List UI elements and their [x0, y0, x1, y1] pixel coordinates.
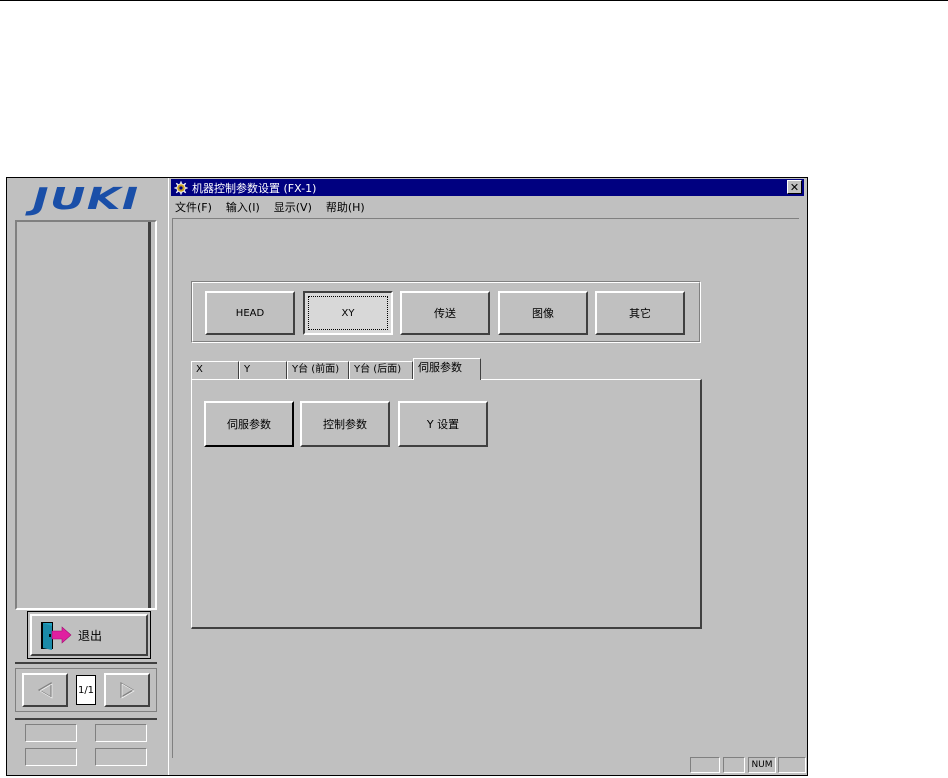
- category-button-head[interactable]: HEAD: [205, 291, 295, 335]
- status-message-pane: [172, 757, 688, 773]
- tab-label: X: [196, 364, 203, 375]
- category-button-other[interactable]: 其它: [595, 291, 685, 335]
- status-cell: [95, 748, 147, 766]
- tab-label: 伺服参数: [418, 361, 462, 374]
- tab-y-table-rear[interactable]: Y台 (后面): [349, 361, 413, 379]
- logo-text: JUKI: [32, 181, 140, 217]
- category-button-label: 传送: [434, 307, 456, 320]
- status-cell: [25, 748, 77, 766]
- main-window: 机器控制参数设置 (FX-1) ✕ 文件(F) 输入(I) 显示(V) 帮助(H…: [168, 178, 807, 775]
- tab-label: Y台 (后面): [354, 364, 402, 375]
- servo-params-button[interactable]: 伺服参数: [204, 401, 294, 447]
- menu-help[interactable]: 帮助(H): [324, 199, 367, 215]
- close-icon: ✕: [789, 180, 800, 194]
- status-cell: [95, 724, 147, 742]
- exit-button[interactable]: 退出: [30, 614, 148, 656]
- num-lock-indicator: NUM: [748, 757, 776, 773]
- category-button-image[interactable]: 图像: [498, 291, 588, 335]
- num-indicator-text: NUM: [751, 760, 773, 770]
- category-button-xy[interactable]: XY: [303, 291, 393, 335]
- menu-view[interactable]: 显示(V): [272, 199, 314, 215]
- category-button-label: XY: [341, 307, 355, 319]
- tab-label: Y: [244, 364, 251, 375]
- exit-button-frame: 退出: [27, 611, 151, 659]
- page-indicator-text: 1/1: [77, 684, 95, 696]
- left-blank-area: [15, 220, 157, 610]
- title-bar[interactable]: 机器控制参数设置 (FX-1) ✕: [171, 179, 804, 196]
- tab-y[interactable]: Y: [239, 361, 287, 379]
- category-button-label: 图像: [532, 307, 554, 320]
- menu-input[interactable]: 输入(I): [224, 199, 262, 215]
- tab-y-table-front[interactable]: Y台 (前面): [287, 361, 349, 379]
- pager-divider: [15, 662, 157, 664]
- left-status-grid: [15, 718, 157, 772]
- tab-servo-params[interactable]: 伺服参数: [413, 358, 481, 380]
- exit-label: 退出: [78, 628, 103, 643]
- prev-page-button[interactable]: [22, 673, 68, 707]
- gear-icon: [174, 181, 188, 194]
- exit-door-icon: [41, 622, 72, 650]
- tab-x[interactable]: X: [191, 361, 239, 379]
- category-group: HEAD XY 传送 图像 其它: [191, 281, 701, 343]
- panel-button-label: 伺服参数: [227, 418, 271, 431]
- status-pane: [690, 757, 720, 773]
- status-cell: [25, 724, 77, 742]
- status-bar: NUM: [172, 757, 806, 773]
- tab-label: Y台 (前面): [292, 364, 340, 375]
- category-button-transfer[interactable]: 传送: [400, 291, 490, 335]
- window-title: 机器控制参数设置 (FX-1): [192, 181, 317, 195]
- panel-button-label: Y 设置: [426, 418, 460, 431]
- category-button-label: HEAD: [235, 307, 265, 319]
- next-page-button[interactable]: [104, 673, 150, 707]
- close-button[interactable]: ✕: [787, 180, 802, 194]
- category-button-label: 其它: [629, 307, 651, 320]
- pager: 1/1: [15, 668, 157, 712]
- menu-file[interactable]: 文件(F): [173, 199, 214, 215]
- page-indicator: 1/1: [76, 675, 96, 705]
- panel-button-label: 控制参数: [323, 418, 367, 431]
- left-panel: JUKI 退出 1/1: [7, 178, 165, 775]
- triangle-right-icon: [120, 681, 135, 699]
- status-pane: [778, 757, 806, 773]
- y-settings-button[interactable]: Y 设置: [398, 401, 488, 447]
- status-pane: [723, 757, 745, 773]
- control-params-button[interactable]: 控制参数: [300, 401, 390, 447]
- top-rule: [0, 0, 948, 1]
- juki-logo: JUKI: [7, 178, 165, 220]
- client-area: HEAD XY 传送 图像 其它 X Y Y台 (前面) Y台 (后面) 伺服参…: [172, 218, 799, 758]
- menu-bar: 文件(F) 输入(I) 显示(V) 帮助(H): [173, 199, 367, 215]
- servo-tab-panel: 伺服参数 控制参数 Y 设置: [191, 379, 702, 629]
- triangle-left-icon: [37, 681, 53, 699]
